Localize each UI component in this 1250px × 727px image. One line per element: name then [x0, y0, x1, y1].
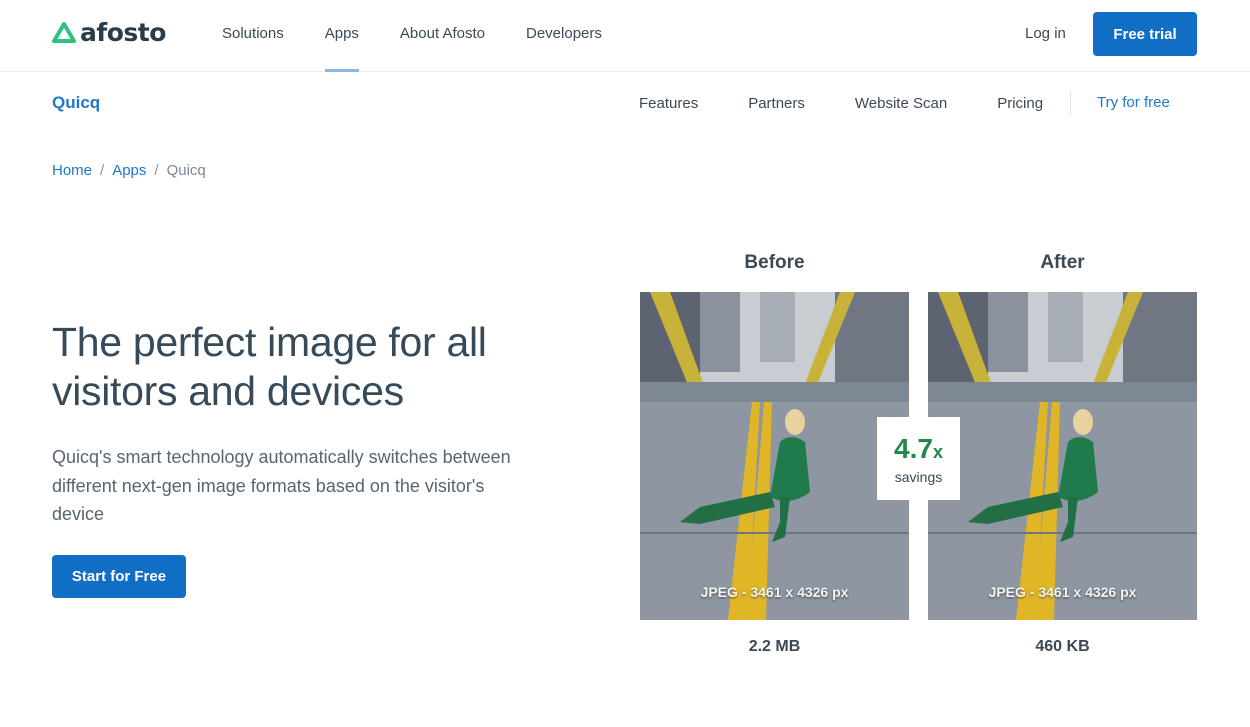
before-image: JPEG - 3461 x 4326 px	[640, 292, 909, 620]
afosto-logo[interactable]: afosto	[52, 18, 166, 48]
savings-value-row: 4.7x	[894, 433, 943, 465]
subnav-pricing[interactable]: Pricing	[997, 95, 1043, 112]
main-nav: Solutions Apps About Afosto Developers	[222, 0, 643, 72]
savings-unit: x	[932, 441, 943, 462]
before-image-caption: JPEG - 3461 x 4326 px	[700, 584, 849, 600]
after-file-size: 460 KB	[1035, 638, 1090, 655]
savings-value: 4.7	[894, 432, 933, 464]
nav-solutions[interactable]: Solutions	[222, 0, 284, 72]
nav-developers[interactable]: Developers	[526, 0, 602, 72]
try-for-free-link[interactable]: Try for free	[1097, 93, 1170, 113]
breadcrumb-separator: /	[100, 162, 105, 179]
street-photo-illustration	[640, 292, 909, 620]
breadcrumb: Home / Apps / Quicq	[52, 161, 206, 181]
breadcrumb-current: Quicq	[166, 162, 206, 179]
before-file-size: 2.2 MB	[748, 638, 801, 655]
breadcrumb-separator: /	[154, 162, 159, 179]
subnav-partners[interactable]: Partners	[748, 95, 805, 112]
after-image-caption: JPEG - 3461 x 4326 px	[988, 584, 1137, 600]
after-image: JPEG - 3461 x 4326 px	[928, 292, 1197, 620]
free-trial-button[interactable]: Free trial	[1093, 12, 1197, 56]
afosto-logo-icon	[52, 22, 76, 43]
after-label: After	[1040, 252, 1085, 273]
street-photo-illustration	[928, 292, 1197, 620]
savings-label: savings	[894, 468, 943, 485]
logo-text: afosto	[80, 18, 166, 47]
subnav-website-scan[interactable]: Website Scan	[855, 95, 947, 112]
nav-apps[interactable]: Apps	[324, 0, 360, 72]
savings-badge: 4.7x savings	[877, 417, 960, 500]
before-label: Before	[744, 252, 805, 273]
start-for-free-button[interactable]: Start for Free	[52, 555, 186, 598]
top-navigation: afosto Solutions Apps About Afosto Devel…	[0, 0, 1250, 72]
hero-description: Quicq's smart technology automatically s…	[52, 447, 511, 524]
breadcrumb-home[interactable]: Home	[52, 161, 92, 181]
product-subnav: Quicq Features Partners Website Scan Pri…	[0, 72, 1250, 134]
nav-about-afosto[interactable]: About Afosto	[400, 0, 485, 72]
hero-title: The perfect image for all visitors and d…	[52, 319, 487, 414]
login-link[interactable]: Log in	[1025, 24, 1066, 44]
subnav-links: Features Partners Website Scan Pricing	[639, 72, 1093, 134]
subnav-features[interactable]: Features	[639, 95, 698, 112]
product-name-link[interactable]: Quicq	[52, 92, 100, 114]
subnav-divider	[1070, 90, 1071, 116]
breadcrumb-apps[interactable]: Apps	[112, 161, 146, 181]
